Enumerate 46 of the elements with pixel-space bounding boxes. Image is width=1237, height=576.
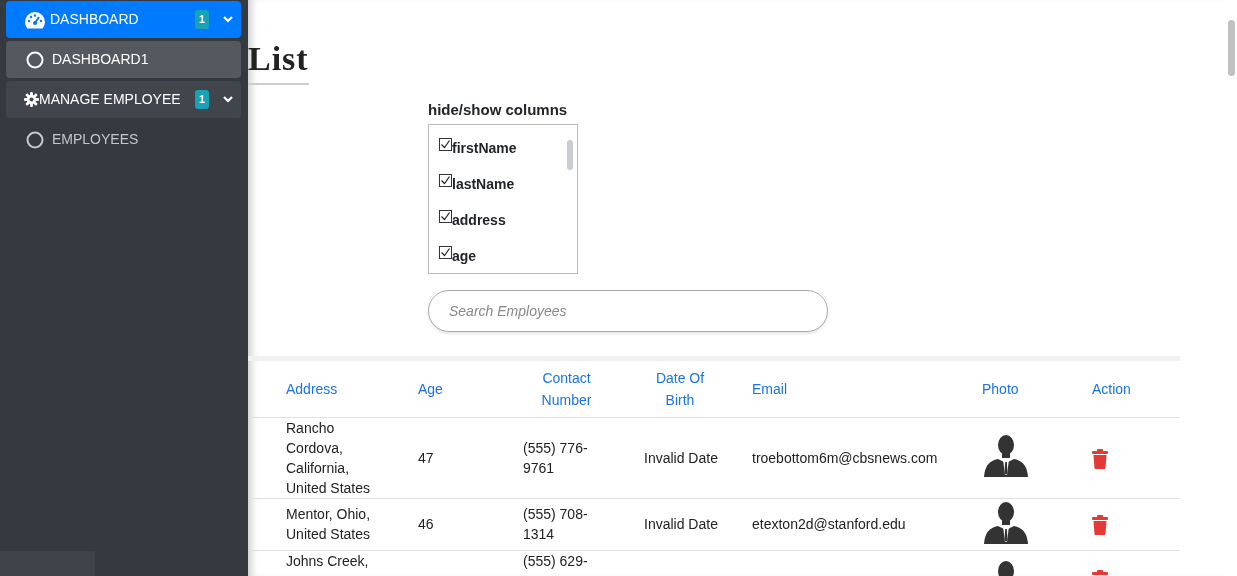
table-cell-text: etexton2d@stanford.edu <box>752 515 907 535</box>
column-header[interactable]: Age <box>418 358 523 418</box>
column-header[interactable]: Address <box>248 358 418 418</box>
circle-icon <box>26 50 44 69</box>
column-header[interactable]: Photo <box>982 358 1092 418</box>
column-header[interactable]: Contact Number <box>523 358 620 418</box>
scrollbar-thumb[interactable] <box>567 139 573 170</box>
column-toggle[interactable]: lastName <box>439 166 559 203</box>
column-header[interactable]: Email <box>752 358 982 418</box>
table-cell-text: Invalid Date <box>644 515 719 535</box>
gauge-icon <box>24 10 46 29</box>
table-cell-text: Invalid Date <box>644 448 719 468</box>
sidebar-group[interactable]: MANAGE EMPLOYEE 1 <box>6 81 241 118</box>
person-silhouette-icon <box>982 499 1030 544</box>
checkbox[interactable] <box>439 246 452 260</box>
table-cell-text: 47 <box>418 448 435 468</box>
column-toggle[interactable]: age <box>439 238 559 273</box>
column-toggle[interactable]: firstName <box>439 130 559 167</box>
sidebar-group[interactable]: DASHBOARD 1 <box>6 1 241 38</box>
count-badge: 1 <box>194 90 209 109</box>
table-cell-text: Johns Creek, <box>286 551 370 571</box>
table-cell-text: troebottom6m@cbsnews.com <box>752 448 939 468</box>
column-header[interactable]: Action <box>1092 358 1180 418</box>
column-header[interactable]: Date Of Birth <box>620 358 752 418</box>
page-title: List <box>248 40 309 86</box>
checkbox[interactable] <box>439 210 452 224</box>
table-cell-text: (555) 776-9761 <box>523 438 589 478</box>
table-cell-text: (555) 708-1314 <box>523 505 589 545</box>
table-cell-text: (555) 629- <box>523 551 589 571</box>
column-toggle[interactable]: address <box>439 202 559 239</box>
circle-icon <box>26 130 44 149</box>
columns-panel-title: hide/show columns <box>428 100 569 121</box>
delete-icon[interactable] <box>1092 515 1108 536</box>
scrollbar-thumb[interactable] <box>1228 20 1235 76</box>
table-cell-text: Rancho Cordova, California, United States <box>286 418 372 498</box>
checkbox[interactable] <box>439 138 452 152</box>
table-cell-text: Mentor, Ohio, United States <box>286 505 372 545</box>
count-badge: 1 <box>194 10 209 29</box>
person-silhouette-icon <box>982 433 1030 478</box>
sidebar-item[interactable]: EMPLOYEES <box>6 121 241 158</box>
table-cell-text: 46 <box>418 515 435 535</box>
delete-icon[interactable] <box>1092 448 1108 469</box>
search-field[interactable]: Search Employees <box>428 289 828 332</box>
checkbox[interactable] <box>439 174 452 188</box>
gear-icon <box>24 92 39 107</box>
sidebar-item[interactable]: DASHBOARD1 <box>6 41 241 78</box>
